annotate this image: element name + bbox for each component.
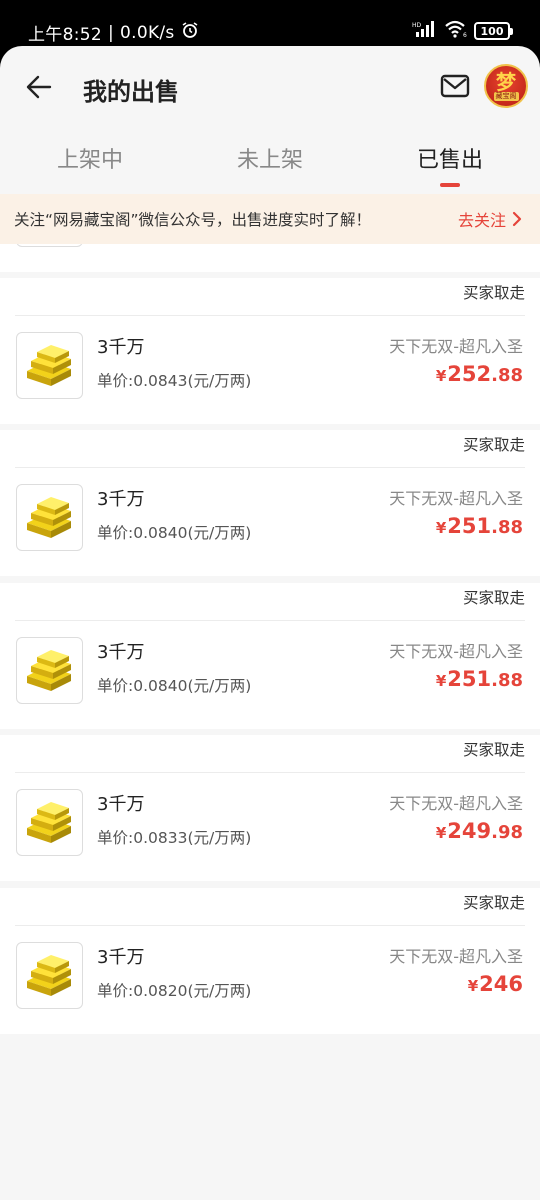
server-name: 天下无双-超凡入圣	[389, 794, 523, 813]
follow-link[interactable]: 去关注	[458, 207, 522, 231]
item-name: 3千万	[97, 337, 145, 358]
unit-price: 单价:0.0833(元/万两)	[97, 829, 252, 847]
gold-bars-icon	[26, 649, 71, 691]
server-name: 天下无双-超凡入圣	[389, 337, 523, 356]
price-integer: 251	[447, 514, 492, 538]
tab-sold[interactable]: 已售出	[360, 142, 540, 174]
price-integer: 252	[447, 362, 492, 386]
currency-symbol: ¥	[435, 824, 447, 842]
tab-bar: 上架中 未上架 已售出	[0, 130, 540, 194]
order-status: 买家取走	[462, 741, 525, 759]
sale-price: ¥246	[468, 972, 523, 996]
page-title: 我的出售	[83, 78, 179, 106]
gold-bars-icon	[26, 801, 71, 843]
order-card[interactable]: 买家取走 3千万 单价:0.0829(元/万两) 天下无双-超凡入圣 ¥248.…	[0, 244, 540, 272]
banner-text: 关注“网易藏宝阁”微信公众号，出售进度实时了解！	[14, 211, 372, 229]
sale-price: ¥251.88	[436, 667, 523, 691]
unit-price: 单价:0.0840(元/万两)	[97, 524, 252, 542]
gold-bars-icon	[26, 496, 71, 538]
unit-price: 单价:0.0840(元/万两)	[97, 677, 252, 695]
server-name: 天下无双-超凡入圣	[389, 947, 523, 966]
tab-unlisted[interactable]: 未上架	[180, 142, 360, 174]
unit-price: 单价:0.0843(元/万两)	[97, 372, 252, 390]
avatar[interactable]: 梦 藏宝阁	[484, 64, 528, 108]
gold-bars-icon	[26, 954, 71, 996]
status-right: HD 6 100	[412, 20, 513, 42]
status-left: 上午8:52 | 0.0K/s	[28, 20, 199, 45]
app-screen: 我的出售 梦 藏宝阁 上架中 未上架 已售出 关注“网易藏宝阁”微信公众号，出售…	[0, 46, 540, 1200]
item-name: 3千万	[97, 794, 145, 815]
order-status: 买家取走	[462, 436, 525, 454]
back-button[interactable]	[22, 70, 56, 104]
item-name: 3千万	[97, 642, 145, 663]
hd-signal-icon: HD	[412, 20, 438, 42]
currency-symbol: ¥	[467, 977, 479, 995]
sale-price: ¥251.88	[436, 514, 523, 538]
status-net-speed: 0.0K/s	[120, 22, 175, 43]
item-thumbnail	[16, 244, 83, 247]
status-time: 上午8:52	[28, 25, 102, 45]
follow-banner: 关注“网易藏宝阁”微信公众号，出售进度实时了解！ 去关注	[0, 194, 540, 244]
card-divider	[15, 467, 525, 468]
price-decimal: .98	[491, 822, 523, 843]
alarm-icon	[181, 21, 199, 44]
item-thumbnail	[16, 789, 83, 856]
battery-icon: 100	[474, 22, 513, 40]
item-thumbnail	[16, 942, 83, 1009]
item-name: 3千万	[97, 947, 145, 968]
item-thumbnail	[16, 332, 83, 399]
svg-text:HD: HD	[412, 22, 422, 29]
order-card[interactable]: 买家取走 3千万 单价:0.0833(元/万两) 天下无双-超凡入圣 ¥249.…	[0, 735, 540, 881]
price-decimal: .88	[491, 517, 523, 538]
wifi-icon: 6	[444, 20, 468, 42]
item-thumbnail	[16, 637, 83, 704]
order-status: 买家取走	[462, 284, 525, 302]
server-name: 天下无双-超凡入圣	[389, 642, 523, 661]
gold-bars-icon	[26, 344, 71, 386]
price-integer: 249	[447, 819, 492, 843]
order-card[interactable]: 买家取走 3千万 单价:0.0820(元/万两) 天下无双-超凡入圣 ¥246	[0, 888, 540, 1034]
order-card[interactable]: 买家取走 3千万 单价:0.0843(元/万两) 天下无双-超凡入圣 ¥252.…	[0, 278, 540, 424]
status-separator: |	[107, 22, 115, 43]
follow-link-label: 去关注	[457, 211, 506, 230]
card-divider	[15, 315, 525, 316]
price-integer: 246	[479, 972, 523, 996]
card-divider	[15, 925, 525, 926]
card-divider	[15, 772, 525, 773]
order-card[interactable]: 买家取走 3千万 单价:0.0840(元/万两) 天下无双-超凡入圣 ¥251.…	[0, 430, 540, 576]
price-integer: 251	[447, 667, 492, 691]
currency-symbol: ¥	[435, 519, 447, 537]
currency-symbol: ¥	[435, 672, 447, 690]
sale-price: ¥249.98	[436, 819, 523, 843]
currency-symbol: ¥	[435, 367, 447, 385]
order-status: 买家取走	[462, 894, 525, 912]
back-arrow-icon	[26, 75, 52, 99]
order-list: 买家取走 3千万 单价:0.0829(元/万两) 天下无双-超凡入圣 ¥248.…	[0, 244, 540, 1180]
server-name: 天下无双-超凡入圣	[389, 489, 523, 508]
message-button[interactable]	[440, 72, 472, 102]
sale-price: ¥252.88	[436, 362, 523, 386]
svg-text:6: 6	[463, 32, 467, 38]
item-name: 3千万	[97, 489, 145, 510]
price-decimal: .88	[491, 365, 523, 386]
mail-icon	[440, 74, 470, 98]
order-card[interactable]: 买家取走 3千万 单价:0.0840(元/万两) 天下无双-超凡入圣 ¥251.…	[0, 583, 540, 729]
unit-price: 单价:0.0820(元/万两)	[97, 982, 252, 1000]
price-decimal: .88	[491, 670, 523, 691]
item-thumbnail	[16, 484, 83, 551]
chevron-right-icon	[512, 211, 522, 227]
header: 我的出售 梦 藏宝阁	[0, 46, 540, 130]
avatar-logo-tag: 藏宝阁	[493, 91, 519, 101]
order-status: 买家取走	[462, 589, 525, 607]
tab-listed[interactable]: 上架中	[0, 142, 180, 174]
system-nav-bar	[0, 1180, 540, 1200]
avatar-logo-glyph: 梦	[496, 69, 516, 94]
card-divider	[15, 620, 525, 621]
active-tab-indicator	[440, 183, 460, 187]
